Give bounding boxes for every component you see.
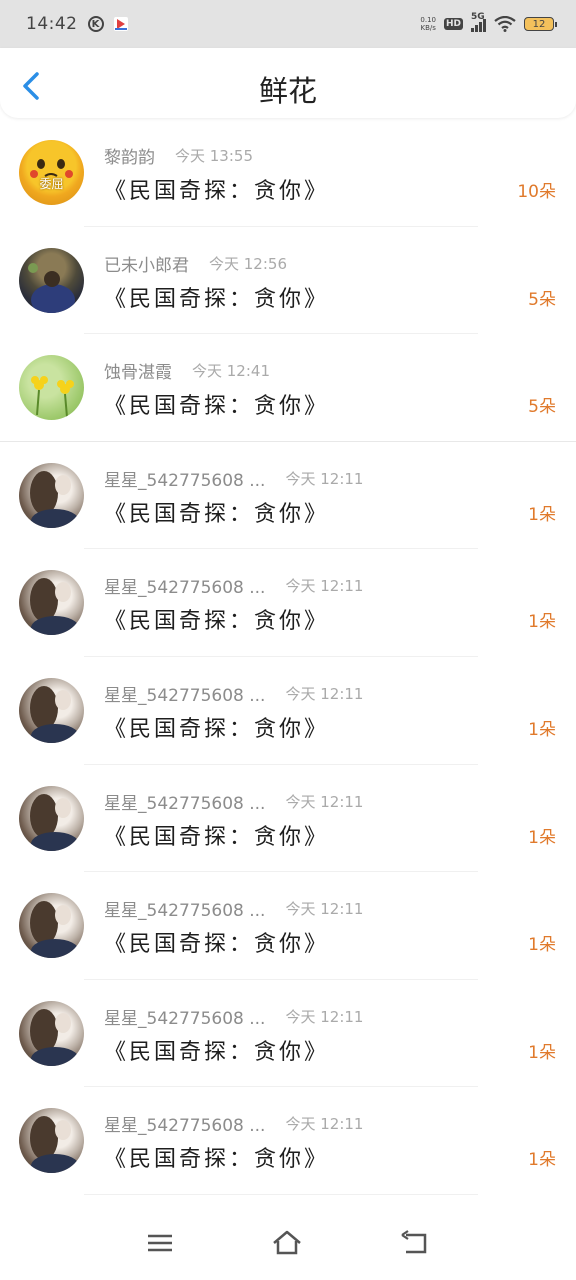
book-title: 《民国奇探：贪你》 (104, 286, 330, 312)
sender-name: 蚀骨湛霞 (104, 363, 172, 384)
flower-count: 10朵 (517, 182, 556, 202)
flower-count: 1朵 (528, 827, 556, 848)
list-item[interactable]: 已未小郎君 今天 12:56 《民国奇探：贪你》 5朵 (0, 227, 576, 335)
status-time: 14:42 (26, 14, 78, 34)
sender-name: 已未小郎君 (104, 255, 189, 276)
list-item[interactable]: 星星_542775608 ... 今天 12:11 《民国奇探：贪你》 1朵 (0, 549, 576, 657)
flower-count: 5朵 (528, 289, 556, 310)
book-title: 《民国奇探：贪你》 (104, 394, 330, 420)
list-item[interactable]: 星星_542775608 ... 今天 12:11 《民国奇探：贪你》 1朵 (0, 442, 576, 550)
network-speed: 0.10 KB/s (420, 16, 436, 32)
avatar-caption: 委屈 (39, 177, 64, 191)
flower-count: 1朵 (528, 612, 556, 633)
system-nav-bar (0, 1206, 576, 1280)
sender-name: 星星_542775608 ... (104, 901, 266, 922)
book-title: 《民国奇探：贪你》 (104, 609, 330, 635)
avatar[interactable] (19, 570, 84, 636)
send-time: 今天 12:41 (192, 362, 270, 381)
send-time: 今天 12:11 (285, 469, 364, 488)
flower-count: 1朵 (528, 1042, 556, 1063)
divider (84, 1193, 478, 1195)
send-time: 今天 12:11 (285, 792, 364, 811)
home-icon[interactable] (272, 1228, 302, 1258)
list-item[interactable]: 星星_542775608 ... 今天 12:11 《民国奇探：贪你》 1朵 (0, 872, 576, 980)
header: 鲜花 (0, 48, 576, 118)
send-time: 今天 12:11 (285, 684, 364, 703)
sender-name: 星星_542775608 ... (104, 1008, 266, 1029)
flower-count: 1朵 (528, 719, 556, 740)
avatar[interactable] (19, 785, 84, 851)
list-item[interactable]: 星星_542775608 ... 今天 12:11 《民国奇探：贪你》 1朵 (0, 765, 576, 873)
send-time: 今天 12:56 (209, 254, 287, 273)
flower-count: 1朵 (528, 935, 556, 956)
wifi-icon (494, 16, 516, 32)
battery-icon: 12 (524, 17, 557, 31)
list-item[interactable]: 星星_542775608 ... 今天 12:11 《民国奇探：贪你》 1朵 (0, 980, 576, 1088)
sender-name: 星星_542775608 ... (104, 685, 266, 706)
app-notification-icon (113, 17, 128, 31)
flower-count: 5朵 (528, 397, 556, 418)
sender-name: 星星_542775608 ... (104, 470, 266, 491)
avatar[interactable]: 委屈 (19, 140, 84, 205)
list-item[interactable]: 星星_542775608 ... 今天 12:11 《民国奇探：贪你》 1朵 (0, 1087, 576, 1195)
book-title: 《民国奇探：贪你》 (104, 824, 330, 850)
k-badge-icon: K (87, 16, 104, 32)
send-time: 今天 12:11 (285, 900, 364, 919)
avatar[interactable] (19, 247, 84, 313)
avatar[interactable] (19, 462, 84, 528)
hd-icon: HD (443, 18, 463, 30)
sender-name: 黎韵韵 (104, 148, 155, 168)
menu-icon[interactable] (145, 1228, 175, 1258)
book-title: 《民国奇探：贪你》 (104, 932, 330, 958)
avatar[interactable] (19, 677, 84, 743)
flower-list: 委屈 黎韵韵 今天 13:55 《民国奇探：贪你》 10朵已未小郎君 今天 12:56 《民… (0, 119, 576, 1195)
back-icon[interactable] (400, 1228, 430, 1258)
sender-name: 星星_542775608 ... (104, 1116, 266, 1137)
avatar[interactable] (19, 1108, 84, 1174)
book-title: 《民国奇探：贪你》 (104, 1147, 330, 1173)
book-title: 《民国奇探：贪你》 (104, 179, 330, 204)
flower-count: 1朵 (528, 1150, 556, 1171)
book-title: 《民国奇探：贪你》 (104, 501, 330, 527)
send-time: 今天 12:11 (285, 577, 364, 596)
status-bar: 14:42 K 0.10 KB/s HD 5G 12 (0, 0, 576, 48)
avatar[interactable] (19, 355, 84, 421)
send-time: 今天 12:11 (285, 1115, 364, 1134)
sender-name: 星星_542775608 ... (104, 793, 266, 814)
avatar[interactable] (19, 893, 84, 959)
avatar[interactable] (19, 1000, 84, 1066)
book-title: 《民国奇探：贪你》 (104, 1039, 330, 1065)
list-item[interactable]: 委屈 黎韵韵 今天 13:55 《民国奇探：贪你》 10朵 (0, 119, 576, 227)
sender-name: 星星_542775608 ... (104, 578, 266, 599)
flower-count: 1朵 (528, 504, 556, 525)
send-time: 今天 12:11 (285, 1007, 364, 1026)
signal-icon: 5G (471, 12, 486, 32)
list-item[interactable]: 星星_542775608 ... 今天 12:11 《民国奇探：贪你》 1朵 (0, 657, 576, 765)
send-time: 今天 13:55 (175, 147, 253, 165)
page-title: 鲜花 (258, 74, 317, 108)
book-title: 《民国奇探：贪你》 (104, 716, 330, 742)
list-item[interactable]: 蚀骨湛霞 今天 12:41 《民国奇探：贪你》 5朵 (0, 334, 576, 442)
